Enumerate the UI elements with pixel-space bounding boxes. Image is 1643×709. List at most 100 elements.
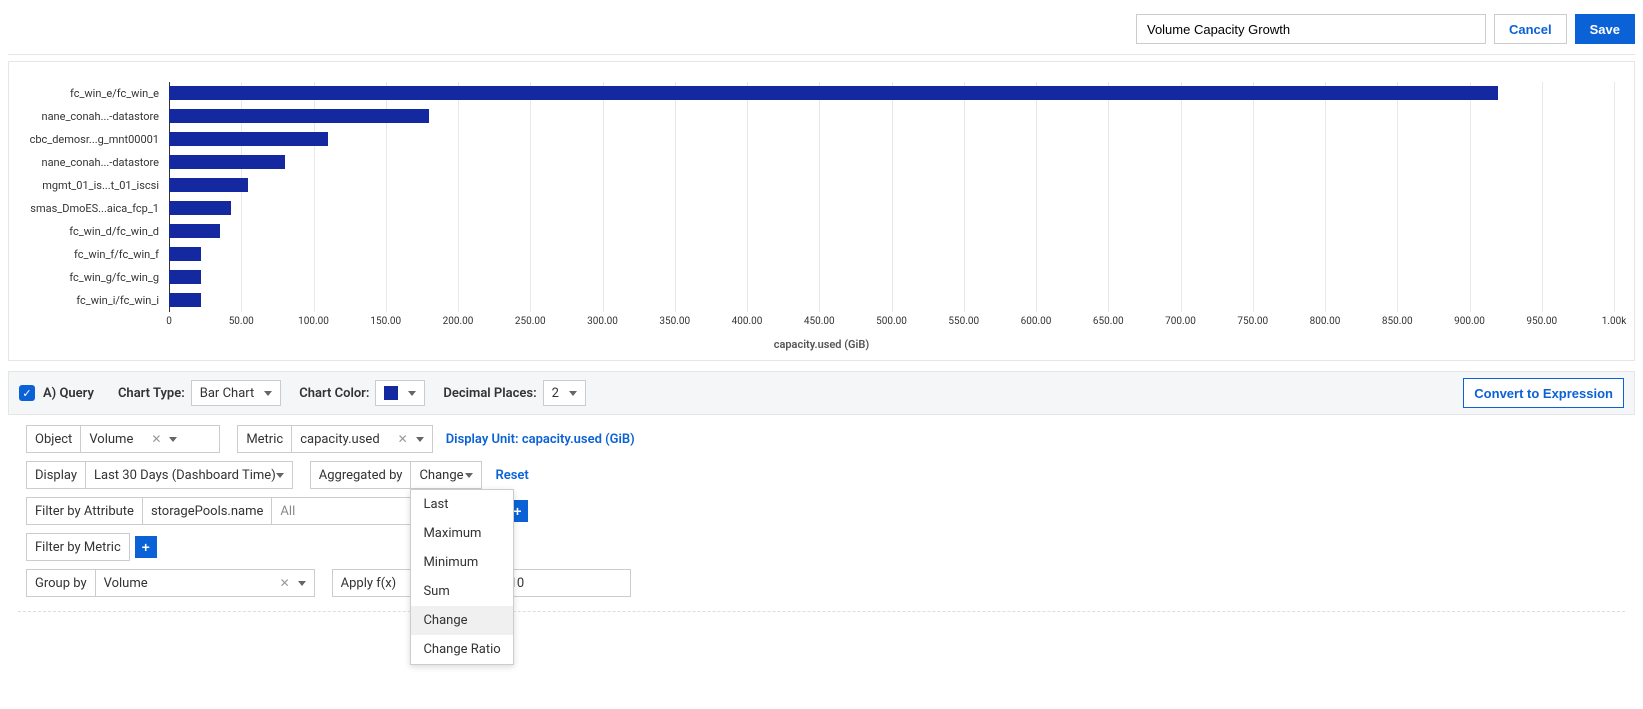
bar-value[interactable]	[169, 247, 201, 261]
object-metric-row: Object Volume ✕ Metric capacity.used ✕ D…	[26, 425, 1635, 453]
aggregated-by-select[interactable]: Change	[410, 461, 482, 489]
chevron-down-icon	[416, 437, 424, 442]
x-tick-label: 500.00	[876, 316, 907, 327]
aggregated-by-option[interactable]: Minimum	[411, 548, 513, 577]
x-tick-label: 650.00	[1093, 316, 1124, 327]
chevron-down-icon	[298, 581, 306, 586]
aggregated-by-dropdown: LastMaximumMinimumSumChangeChange Ratio	[410, 489, 514, 665]
chart-plot: fc_win_e/fc_win_enane_conah...-datastore…	[169, 82, 1614, 312]
widget-title-input[interactable]	[1136, 14, 1486, 44]
x-axis-ticks: 050.00100.00150.00200.00250.00300.00350.…	[169, 316, 1614, 336]
add-filter-metric-button[interactable]: +	[135, 536, 157, 558]
chart-color-label: Chart Color:	[299, 386, 369, 401]
bar-category-label: nane_conah...-datastore	[19, 151, 159, 174]
group-by-value: Volume	[104, 576, 148, 591]
x-tick-label: 200.00	[443, 316, 474, 327]
x-tick-label: 700.00	[1165, 316, 1196, 327]
aggregated-by-option[interactable]: Change	[411, 606, 513, 635]
chart-type-select[interactable]: Bar Chart	[191, 380, 281, 406]
chevron-down-icon	[276, 473, 284, 478]
object-select[interactable]: Volume ✕	[80, 425, 220, 453]
bar-row: fc_win_e/fc_win_e	[169, 82, 1614, 105]
chevron-down-icon	[465, 473, 473, 478]
bar-category-label: fc_win_i/fc_win_i	[19, 289, 159, 312]
bar-value[interactable]	[169, 293, 201, 307]
x-tick-label: 150.00	[370, 316, 401, 327]
filter-by-attribute-row: Filter by Attribute storagePools.name Al…	[26, 497, 1635, 525]
x-tick-label: 350.00	[659, 316, 690, 327]
decimal-places-value: 2	[552, 386, 559, 401]
bar-row: fc_win_d/fc_win_d	[169, 220, 1614, 243]
x-tick-label: 400.00	[732, 316, 763, 327]
x-tick-label: 750.00	[1237, 316, 1268, 327]
display-range-select[interactable]: Last 30 Days (Dashboard Time)	[85, 461, 293, 489]
chevron-down-icon	[264, 391, 272, 396]
aggregated-by-option[interactable]: Change Ratio	[411, 635, 513, 664]
chart-type-label: Chart Type:	[118, 386, 185, 401]
query-a-label: A) Query	[43, 386, 94, 401]
aggregated-by-option[interactable]: Sum	[411, 577, 513, 606]
clear-icon[interactable]: ✕	[398, 432, 408, 446]
bar-value[interactable]	[169, 86, 1498, 100]
chart-color-select[interactable]	[375, 380, 425, 406]
reset-link[interactable]: Reset	[495, 468, 528, 483]
display-agg-row: Display Last 30 Days (Dashboard Time) Ag…	[26, 461, 1635, 489]
query-strip: ✓ A) Query Chart Type: Bar Chart Chart C…	[8, 371, 1635, 415]
group-by-select[interactable]: Volume ✕	[95, 569, 315, 597]
x-tick-label: 250.00	[515, 316, 546, 327]
x-tick-label: 550.00	[948, 316, 979, 327]
bar-row: smas_DmoES...aica_fcp_1	[169, 197, 1614, 220]
object-value: Volume	[89, 432, 133, 447]
chart-panel: fc_win_e/fc_win_enane_conah...-datastore…	[8, 61, 1635, 361]
bar-row: fc_win_i/fc_win_i	[169, 289, 1614, 312]
chevron-down-icon	[169, 437, 177, 442]
x-tick-label: 900.00	[1454, 316, 1485, 327]
metric-select[interactable]: capacity.used ✕	[291, 425, 433, 453]
bar-row: fc_win_g/fc_win_g	[169, 266, 1614, 289]
bar-value[interactable]	[169, 201, 231, 215]
cancel-button[interactable]: Cancel	[1494, 14, 1567, 44]
metric-label-box: Metric	[237, 425, 292, 453]
decimal-places-select[interactable]: 2	[543, 380, 586, 406]
chart-type-value: Bar Chart	[200, 386, 254, 401]
header-row: Cancel Save	[8, 8, 1635, 55]
clear-icon[interactable]: ✕	[151, 432, 161, 446]
x-tick-label: 800.00	[1310, 316, 1341, 327]
x-tick-label: 100.00	[298, 316, 329, 327]
convert-to-expression-button[interactable]: Convert to Expression	[1463, 378, 1624, 408]
bar-row: nane_conah...-datastore	[169, 151, 1614, 174]
bar-category-label: fc_win_f/fc_win_f	[19, 243, 159, 266]
object-label-box: Object	[26, 425, 81, 453]
aggregated-by-option[interactable]: Last	[411, 490, 513, 519]
aggregated-by-label-box: Aggregated by	[310, 461, 412, 489]
filter-by-attribute-label: Filter by Attribute	[26, 497, 143, 525]
bar-value[interactable]	[169, 132, 328, 146]
x-tick-label: 300.00	[587, 316, 618, 327]
bar-row: nane_conah...-datastore	[169, 105, 1614, 128]
x-axis-label: capacity.used (GiB)	[19, 338, 1624, 351]
display-label-box: Display	[26, 461, 86, 489]
fx-value-input[interactable]: 10	[501, 569, 631, 597]
bar-value[interactable]	[169, 224, 220, 238]
aggregated-by-option[interactable]: Maximum	[411, 519, 513, 548]
bar-row: fc_win_f/fc_win_f	[169, 243, 1614, 266]
metric-value: capacity.used	[300, 432, 379, 447]
apply-fx-label: Apply f(x)	[341, 576, 397, 591]
group-by-row: Group by Volume ✕ Apply f(x) 10	[26, 569, 1635, 597]
bar-value[interactable]	[169, 155, 285, 169]
clear-icon[interactable]: ✕	[280, 576, 290, 590]
filter-by-metric-row: Filter by Metric +	[26, 533, 1635, 561]
chevron-down-icon	[408, 391, 416, 396]
bar-category-label: fc_win_e/fc_win_e	[19, 82, 159, 105]
filter-by-metric-label: Filter by Metric	[26, 533, 130, 561]
query-enabled-checkbox[interactable]: ✓	[19, 385, 35, 401]
bar-value[interactable]	[169, 109, 429, 123]
x-tick-label: 1.00k	[1602, 316, 1627, 327]
display-unit-link[interactable]: Display Unit: capacity.used (GiB)	[446, 432, 635, 447]
bar-value[interactable]	[169, 178, 248, 192]
chevron-down-icon	[569, 391, 577, 396]
filter-attr-field[interactable]: storagePools.name	[142, 497, 272, 525]
x-tick-label: 50.00	[229, 316, 254, 327]
bar-value[interactable]	[169, 270, 201, 284]
save-button[interactable]: Save	[1575, 14, 1635, 44]
